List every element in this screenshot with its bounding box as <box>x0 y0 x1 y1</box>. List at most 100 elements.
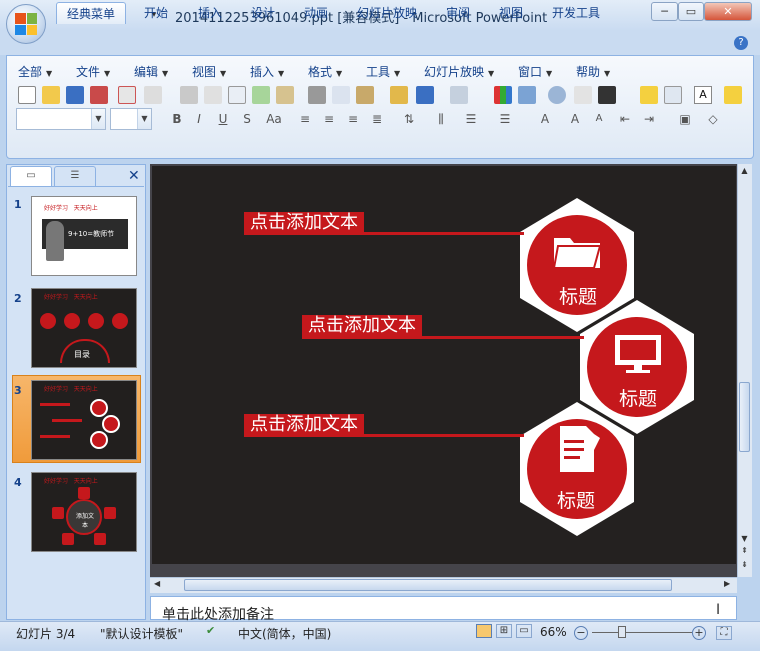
font-size-box[interactable]: A <box>694 86 712 104</box>
text-placeholder-3[interactable]: 点击添加文本 <box>244 414 364 436</box>
slide-thumbnail-4[interactable]: 好好学习 天天向上 添加文本 <box>31 472 137 552</box>
columns-icon[interactable]: ⫼ <box>432 110 450 128</box>
redo-icon[interactable] <box>450 86 468 104</box>
tab-view[interactable]: 视图 <box>489 2 533 24</box>
tab-review[interactable]: 审阅 <box>436 2 480 24</box>
research-icon[interactable] <box>276 86 294 104</box>
previous-slide-icon[interactable]: ⇞ <box>739 546 750 555</box>
slide-thumbnail-3[interactable]: 好好学习 天天向上 <box>31 380 137 460</box>
font-name-combo[interactable]: ▼ <box>16 108 106 130</box>
scroll-down-icon[interactable]: ▼ <box>739 534 750 543</box>
permission-icon[interactable] <box>90 86 108 104</box>
email-icon[interactable] <box>118 86 136 104</box>
change-case-icon[interactable]: Aa <box>262 110 286 128</box>
zoom-level[interactable]: 66% <box>540 625 567 639</box>
save-icon[interactable] <box>66 86 84 104</box>
menu-all[interactable]: 全部 ▼ <box>18 63 52 81</box>
fit-to-window-icon[interactable]: ⛶ <box>716 626 732 640</box>
shadow-icon[interactable]: S <box>238 110 256 128</box>
underline-icon[interactable]: U <box>214 110 232 128</box>
layout-icon[interactable] <box>664 86 682 104</box>
slides-tab[interactable]: ▭ <box>10 166 52 186</box>
tab-design[interactable]: 设计 <box>241 2 285 24</box>
numbering-icon[interactable]: ☰ <box>462 110 480 128</box>
bold-icon[interactable]: B <box>168 110 186 128</box>
cut-icon[interactable] <box>308 86 326 104</box>
slide-sorter-icon[interactable]: ⊞ <box>496 624 512 638</box>
shrink-font-icon[interactable]: A <box>590 110 608 128</box>
insert-object-icon[interactable] <box>548 86 566 104</box>
align-right-icon[interactable]: ≡ <box>344 110 362 128</box>
design-icon[interactable] <box>724 86 742 104</box>
text-placeholder-1[interactable]: 点击添加文本 <box>244 212 364 234</box>
color-grayscale-icon[interactable] <box>598 86 616 104</box>
menu-format[interactable]: 格式 ▼ <box>308 63 342 81</box>
menu-insert[interactable]: 插入 ▼ <box>250 63 284 81</box>
tab-slideshow[interactable]: 幻灯片放映 <box>347 2 427 24</box>
font-size-combo[interactable]: ▼ <box>110 108 152 130</box>
scroll-left-icon[interactable]: ◀ <box>154 579 160 588</box>
menu-edit[interactable]: 编辑 ▼ <box>134 63 168 81</box>
paste-icon[interactable] <box>356 86 374 104</box>
increase-indent-icon[interactable]: ⇥ <box>640 110 658 128</box>
print-icon[interactable] <box>180 86 198 104</box>
hex-title-3[interactable]: 标题 <box>526 486 626 513</box>
undo-icon[interactable] <box>416 86 434 104</box>
menu-slideshow[interactable]: 幻灯片放映 ▼ <box>424 63 494 81</box>
font-color-icon[interactable]: A <box>536 110 554 128</box>
tab-animation[interactable]: 动画 <box>294 2 338 24</box>
slide-thumbnail-1[interactable]: 好好学习 天天向上 9+10=教师节 <box>31 196 137 276</box>
bullets-icon[interactable]: ☰ <box>496 110 514 128</box>
zoom-out-icon[interactable]: − <box>574 626 588 640</box>
align-center-icon[interactable]: ≡ <box>320 110 338 128</box>
shapes-icon[interactable]: ◇ <box>704 110 722 128</box>
menu-window[interactable]: 窗口 ▼ <box>518 63 552 81</box>
vertical-scrollbar[interactable] <box>737 164 752 577</box>
chart-icon[interactable] <box>494 86 512 104</box>
justify-icon[interactable]: ≣ <box>368 110 386 128</box>
scroll-thumb[interactable] <box>739 382 750 452</box>
grow-font-icon[interactable]: A <box>566 110 584 128</box>
outline-tab[interactable]: ☰ <box>54 166 96 186</box>
hscroll-thumb[interactable] <box>184 579 672 591</box>
open-icon[interactable] <box>42 86 60 104</box>
slideshow-view-icon[interactable]: ▭ <box>516 624 532 638</box>
slide-canvas[interactable]: 点击添加文本 点击添加文本 点击添加文本 标题 标题 标题 <box>152 166 736 564</box>
zoom-track[interactable] <box>592 632 692 633</box>
hex-title-2[interactable]: 标题 <box>588 384 688 411</box>
help-icon[interactable]: ? <box>734 36 748 50</box>
tab-developer[interactable]: 开发工具 <box>542 2 610 24</box>
close-button[interactable]: ✕ <box>704 2 752 21</box>
decrease-indent-icon[interactable]: ⇤ <box>616 110 634 128</box>
normal-view-icon[interactable] <box>476 624 492 638</box>
spelling-icon[interactable] <box>252 86 270 104</box>
menu-tools[interactable]: 工具 ▼ <box>366 63 400 81</box>
tab-insert[interactable]: 插入 <box>188 2 232 24</box>
table-icon[interactable] <box>518 86 536 104</box>
menu-file[interactable]: 文件 ▼ <box>76 63 110 81</box>
minimize-button[interactable]: ─ <box>651 2 678 21</box>
zoom-slider-thumb[interactable] <box>618 626 626 638</box>
copy-icon[interactable] <box>332 86 350 104</box>
menu-view[interactable]: 视图 ▼ <box>192 63 226 81</box>
next-slide-icon[interactable]: ⇟ <box>739 560 750 569</box>
italic-icon[interactable]: I <box>190 110 208 128</box>
arrange-icon[interactable]: ▣ <box>676 110 694 128</box>
attach-icon[interactable] <box>144 86 162 104</box>
spelling-check-icon[interactable]: ✔ <box>206 624 222 638</box>
close-pane-icon[interactable]: ✕ <box>128 168 140 184</box>
hex-title-1[interactable]: 标题 <box>528 282 628 309</box>
scroll-right-icon[interactable]: ▶ <box>724 579 730 588</box>
preview-icon[interactable] <box>228 86 246 104</box>
zoom-in-icon[interactable]: + <box>692 626 706 640</box>
new-icon[interactable] <box>18 86 36 104</box>
grayscale-icon[interactable] <box>574 86 592 104</box>
align-left-icon[interactable]: ≡ <box>296 110 314 128</box>
text-placeholder-2[interactable]: 点击添加文本 <box>302 315 422 337</box>
tab-classic-menu[interactable]: 经典菜单 <box>56 2 127 24</box>
office-button[interactable] <box>6 4 46 44</box>
language-indicator[interactable]: 中文(简体，中国) <box>238 625 331 642</box>
slide-thumbnail-2[interactable]: 好好学习 天天向上 目录 <box>31 288 137 368</box>
text-direction-icon[interactable]: ⇅ <box>400 110 418 128</box>
menu-help[interactable]: 帮助 ▼ <box>576 63 610 81</box>
